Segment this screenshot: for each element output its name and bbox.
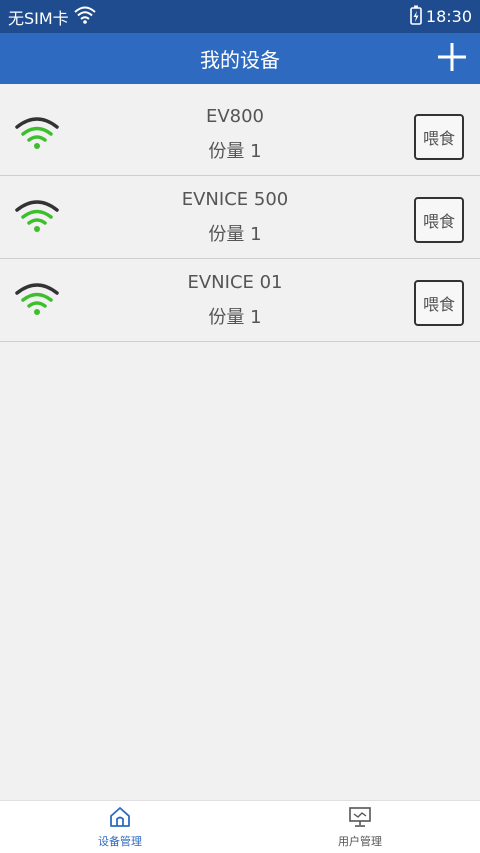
wifi-icon <box>73 5 97 29</box>
feed-button[interactable]: 喂食 <box>414 114 464 160</box>
status-left: 无SIM卡 <box>8 5 97 29</box>
wifi-signal-icon <box>14 198 60 234</box>
device-info: EVNICE 500 份量 1 <box>110 176 360 258</box>
device-name: EVNICE 01 <box>187 271 283 293</box>
device-portion: 份量 1 <box>208 223 262 245</box>
device-portion: 份量 1 <box>208 140 262 162</box>
device-info: EVNICE 01 份量 1 <box>110 259 360 341</box>
device-name: EVNICE 500 <box>181 188 289 210</box>
battery-charging-icon <box>410 5 422 29</box>
wifi-signal-icon <box>14 115 60 151</box>
status-bar: 无SIM卡 18:30 <box>0 0 480 33</box>
nav-label: 用户管理 <box>338 835 382 848</box>
nav-user-management[interactable]: 用户管理 <box>240 801 480 853</box>
device-row[interactable]: EV800 份量 1 喂食 <box>0 93 480 176</box>
nav-device-management[interactable]: 设备管理 <box>0 801 240 853</box>
nav-label: 设备管理 <box>98 835 142 848</box>
home-icon <box>108 806 132 833</box>
plus-icon <box>436 41 468 77</box>
wifi-signal-icon <box>14 281 60 317</box>
device-list: EV800 份量 1 喂食 EVNICE 500 份量 1 喂食 EVNICE … <box>0 93 480 342</box>
status-right: 18:30 <box>410 5 472 29</box>
feed-button[interactable]: 喂食 <box>414 197 464 243</box>
page-title: 我的设备 <box>200 48 280 72</box>
device-row[interactable]: EVNICE 500 份量 1 喂食 <box>0 176 480 259</box>
clock-text: 18:30 <box>425 7 472 26</box>
add-device-button[interactable] <box>434 41 470 77</box>
device-row[interactable]: EVNICE 01 份量 1 喂食 <box>0 259 480 342</box>
carrier-text: 无SIM卡 <box>8 8 69 28</box>
monitor-icon <box>348 806 372 833</box>
feed-button[interactable]: 喂食 <box>414 280 464 326</box>
device-portion: 份量 1 <box>208 306 262 328</box>
app-bar: 我的设备 <box>0 33 480 84</box>
device-info: EV800 份量 1 <box>110 93 360 175</box>
bottom-nav: 设备管理 用户管理 <box>0 800 480 853</box>
device-name: EV800 <box>205 105 265 127</box>
